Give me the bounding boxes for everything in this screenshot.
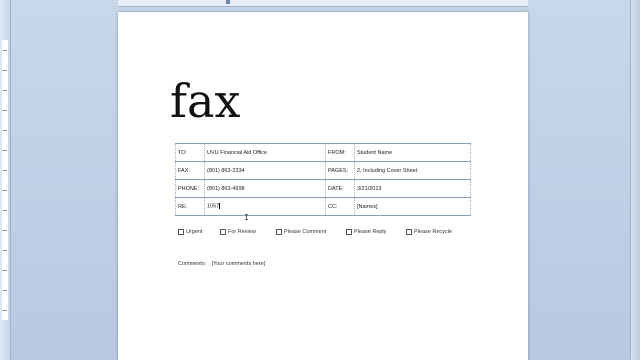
phone-label: PHONE: bbox=[175, 179, 205, 198]
fax-label: FAX: bbox=[175, 161, 205, 180]
to-label: TO: bbox=[175, 143, 205, 162]
pages-label: PAGES: bbox=[325, 161, 355, 180]
indent-marker[interactable] bbox=[226, 0, 230, 4]
checkbox-icon bbox=[178, 229, 184, 235]
table-row: FAX: (801) 863-2334 PAGES: 2, Including … bbox=[175, 161, 471, 180]
pages-value[interactable]: 2, Including Cover Sheet bbox=[354, 161, 471, 180]
vertical-scrollbar[interactable] bbox=[630, 0, 640, 360]
from-value[interactable]: Student Name bbox=[354, 143, 471, 162]
comments-placeholder[interactable]: [Your comments here] bbox=[212, 261, 266, 267]
checkbox-icon bbox=[406, 229, 412, 235]
document-page[interactable]: fax TO: UVU Financial Aid Office FROM: S… bbox=[118, 12, 528, 360]
fax-info-table: TO: UVU Financial Aid Office FROM: Stude… bbox=[175, 143, 471, 216]
checkbox-label: Please Recycle bbox=[414, 229, 452, 235]
comments-label: Comments: bbox=[178, 261, 207, 267]
cc-value[interactable]: [Names] bbox=[354, 197, 471, 216]
checkbox-icon bbox=[346, 229, 352, 235]
re-value-cell[interactable]: 1057 bbox=[204, 197, 326, 216]
fax-value[interactable]: (801) 863-2334 bbox=[204, 161, 326, 180]
checkbox-label: Urgent bbox=[186, 229, 203, 235]
table-row: RE: 1057 CC: [Names] bbox=[175, 197, 471, 216]
re-label: RE: bbox=[175, 197, 205, 216]
cc-label: CC: bbox=[325, 197, 355, 216]
from-label: FROM: bbox=[325, 143, 355, 162]
checkbox-label: Please Comment bbox=[284, 229, 327, 235]
fax-title: fax bbox=[170, 74, 241, 128]
checkbox-label: Please Reply bbox=[354, 229, 387, 235]
checkbox-icon bbox=[220, 229, 226, 235]
horizontal-ruler[interactable] bbox=[118, 0, 528, 7]
vertical-ruler[interactable] bbox=[0, 0, 11, 360]
checkbox-label: For Review bbox=[228, 229, 256, 235]
table-row: PHONE: (801) 863-4998 DATE: 3/21/2013 bbox=[175, 179, 471, 198]
checkbox-icon bbox=[276, 229, 282, 235]
date-value[interactable]: 3/21/2013 bbox=[354, 179, 471, 198]
please-recycle-checkbox[interactable]: Please Recycle bbox=[406, 229, 452, 235]
urgent-checkbox[interactable]: Urgent bbox=[178, 229, 203, 235]
for-review-checkbox[interactable]: For Review bbox=[220, 229, 256, 235]
comments-line[interactable]: Comments: [Your comments here] bbox=[178, 261, 265, 267]
date-label: DATE: bbox=[325, 179, 355, 198]
please-comment-checkbox[interactable]: Please Comment bbox=[276, 229, 326, 235]
please-reply-checkbox[interactable]: Please Reply bbox=[346, 229, 386, 235]
table-row: TO: UVU Financial Aid Office FROM: Stude… bbox=[175, 143, 471, 162]
text-caret bbox=[219, 203, 221, 210]
phone-value[interactable]: (801) 863-4998 bbox=[204, 179, 326, 198]
re-value[interactable]: 1057 bbox=[207, 204, 219, 210]
ibeam-cursor-icon: I bbox=[244, 213, 249, 222]
to-value[interactable]: UVU Financial Aid Office bbox=[204, 143, 326, 162]
